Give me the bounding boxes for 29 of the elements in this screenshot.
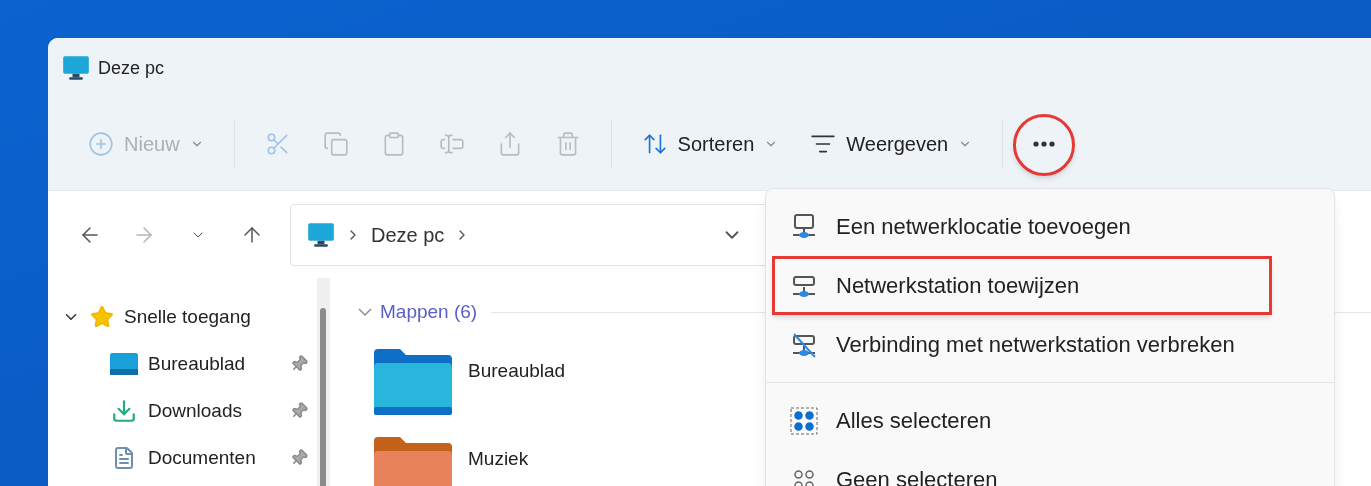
more-icon — [1033, 141, 1056, 147]
window-title: Deze pc — [98, 56, 165, 80]
sidebar-item[interactable]: Snelle toegang — [124, 302, 251, 332]
breadcrumb[interactable]: Deze pc — [371, 219, 445, 250]
folder-name[interactable]: Bureaublad — [468, 356, 566, 385]
group-header[interactable]: Mappen (6) — [380, 298, 478, 327]
menu-item[interactable]: Alles selecteren — [772, 391, 1328, 450]
sidebar-item[interactable]: Documenten — [148, 443, 280, 473]
network-computer-icon — [790, 212, 818, 241]
folder-icon — [374, 436, 452, 486]
star-icon — [90, 305, 114, 329]
copy-icon — [322, 131, 349, 157]
sidebar-item[interactable]: Downloads — [148, 396, 280, 426]
computer-icon — [62, 55, 90, 81]
plus-icon — [88, 131, 114, 157]
document-icon — [112, 445, 136, 471]
trash-icon — [554, 131, 581, 157]
desktop-icon — [110, 353, 138, 375]
folder-icon — [374, 348, 452, 415]
select-all-icon — [790, 406, 818, 435]
sidebar-item[interactable]: Bureaublad — [148, 349, 280, 379]
view-button[interactable]: Weergeven — [794, 118, 989, 170]
menu-item[interactable]: Verbinding met netwerkstation verbreken — [772, 315, 1328, 374]
folder-name[interactable]: Muziek — [468, 444, 529, 473]
scrollbar[interactable] — [317, 278, 329, 486]
computer-icon — [307, 221, 335, 248]
download-icon — [111, 398, 137, 424]
menu-item[interactable]: Netwerkstation toewijzen — [772, 256, 1272, 315]
sort-button[interactable]: Sorteren — [625, 118, 795, 170]
